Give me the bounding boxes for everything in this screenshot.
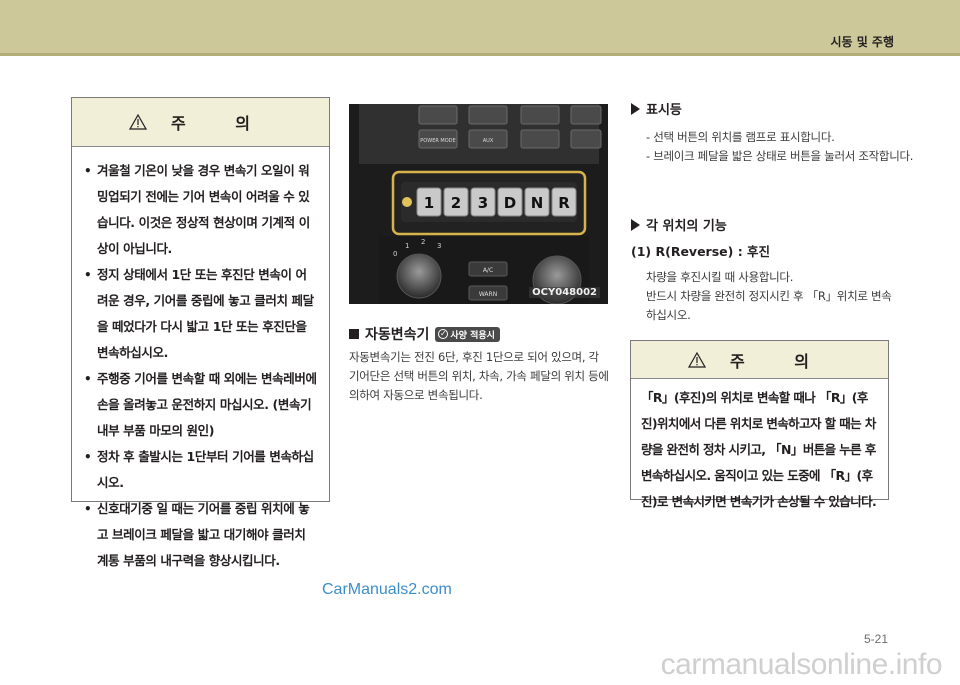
fan-knob: [396, 253, 442, 299]
header-bar: [0, 0, 960, 56]
gear-button-label: R: [558, 194, 570, 212]
display-heading: 표시등: [631, 99, 682, 118]
gear-button-label: 3: [478, 194, 488, 212]
ac-label: A/C: [483, 267, 493, 274]
heading-text: 표시등: [646, 103, 682, 118]
knob-mark: 2: [421, 238, 425, 246]
knob-mark: 0: [393, 250, 397, 258]
auto-transmission-heading: 자동변속기 ✓ 사양 적용시: [349, 324, 500, 344]
caution-item: 겨울철 기온이 낮을 경우 변속기 오일이 워밍업되기 전에는 기어 변속이 어…: [84, 158, 317, 262]
auto-transmission-body: 자동변속기는 전진 6단, 후진 1단으로 되어 있으며, 각 기어단은 선택 …: [349, 350, 609, 402]
position-heading: 각 위치의 기능: [631, 215, 727, 234]
footer-watermark: carmanualsonline.info: [660, 648, 943, 681]
aux-label: AUX: [483, 138, 494, 144]
body-line: 반드시 차량을 완전히 정지시킨 후 「R」위치로 변속하십시오.: [646, 289, 892, 322]
heading-text: 각 위치의 기능: [646, 219, 727, 234]
option-badge: ✓ 사양 적용시: [435, 326, 500, 342]
body-line: 차량을 후진시킬 때 사용합니다.: [646, 270, 794, 284]
gear-button-label: N: [531, 194, 544, 212]
caution-header: 주 의: [72, 98, 329, 147]
caution-list: 겨울철 기온이 낮을 경우 변속기 오일이 워밍업되기 전에는 기어 변속이 어…: [72, 147, 329, 574]
triangle-bullet-icon: [631, 218, 640, 231]
caution-header: 주 의: [631, 341, 888, 379]
reverse-body: 차량을 후진시킬 때 사용합니다. 반드시 차량을 완전히 정지시킨 후 「R」…: [646, 268, 896, 325]
section-title: 시동 및 주행: [830, 35, 894, 49]
gear-button-label: 2: [451, 194, 461, 212]
list-item: - 선택 버튼의 위치를 램프로 표시합니다.: [646, 130, 835, 144]
caution-item: 주행중 기어를 변속할 때 외에는 변속레버에 손을 올려놓고 운전하지 마십시…: [84, 366, 317, 444]
triangle-bullet-icon: [631, 102, 640, 115]
caution-item: 정지 상태에서 1단 또는 후진단 변속이 어려운 경우, 기어를 중립에 놓고…: [84, 262, 317, 366]
square-bullet-icon: [349, 329, 359, 339]
page-number: 5-21: [863, 632, 888, 646]
gear-button-label: 1: [424, 194, 434, 212]
warn-label: WARN: [479, 291, 497, 298]
display-list: - 선택 버튼의 위치를 램프로 표시합니다. - 브레이크 페달을 밟은 상태…: [646, 128, 913, 166]
reverse-subheading: (1) R(Reverse) : 후진: [631, 244, 771, 259]
caution-item: 신호대기중 일 때는 기어를 중립 위치에 놓고 브레이크 페달을 밟고 대기해…: [84, 496, 317, 574]
knob-mark: 3: [437, 242, 441, 250]
warning-icon: [128, 114, 147, 130]
option-badge-label: 사양 적용시: [450, 330, 495, 341]
caution-title: 주 의: [729, 351, 831, 371]
knob-mark: 1: [405, 242, 409, 250]
indicator-lamp-icon: [402, 197, 412, 207]
caution-title: 주 의: [170, 114, 272, 133]
heading-text: 자동변속기: [365, 327, 430, 343]
figure-code: OCY048002: [529, 287, 600, 298]
caution-box-right: 주 의 「R」(후진)의 위치로 변속할 때나 「R」(후진)위치에서 다른 위…: [630, 340, 889, 509]
option-icon: ✓: [438, 329, 449, 339]
gear-panel-illustration: POWER MODE AUX 123DNR 0 1 2 3 A/C WARN: [349, 104, 608, 304]
watermark-link[interactable]: CarManuals2.com: [322, 581, 452, 599]
list-item: - 브레이크 페달을 밟은 상태로 버튼을 눌러서 조작합니다.: [646, 149, 914, 163]
power-mode-label: POWER MODE: [420, 138, 455, 144]
caution-item: 정차 후 출발시는 1단부터 기어를 변속하십시오.: [84, 444, 317, 496]
caution-box-left: 주 의 겨울철 기온이 낮을 경우 변속기 오일이 워밍업되기 전에는 기어 변…: [71, 97, 330, 568]
warning-icon: [687, 351, 706, 368]
gear-panel-photo: POWER MODE AUX 123DNR 0 1 2 3 A/C WARN O…: [349, 104, 608, 304]
gear-button-label: D: [504, 194, 516, 212]
caution-text: 「R」(후진)의 위치로 변속할 때나 「R」(후진)위치에서 다른 위치로 변…: [641, 390, 877, 509]
